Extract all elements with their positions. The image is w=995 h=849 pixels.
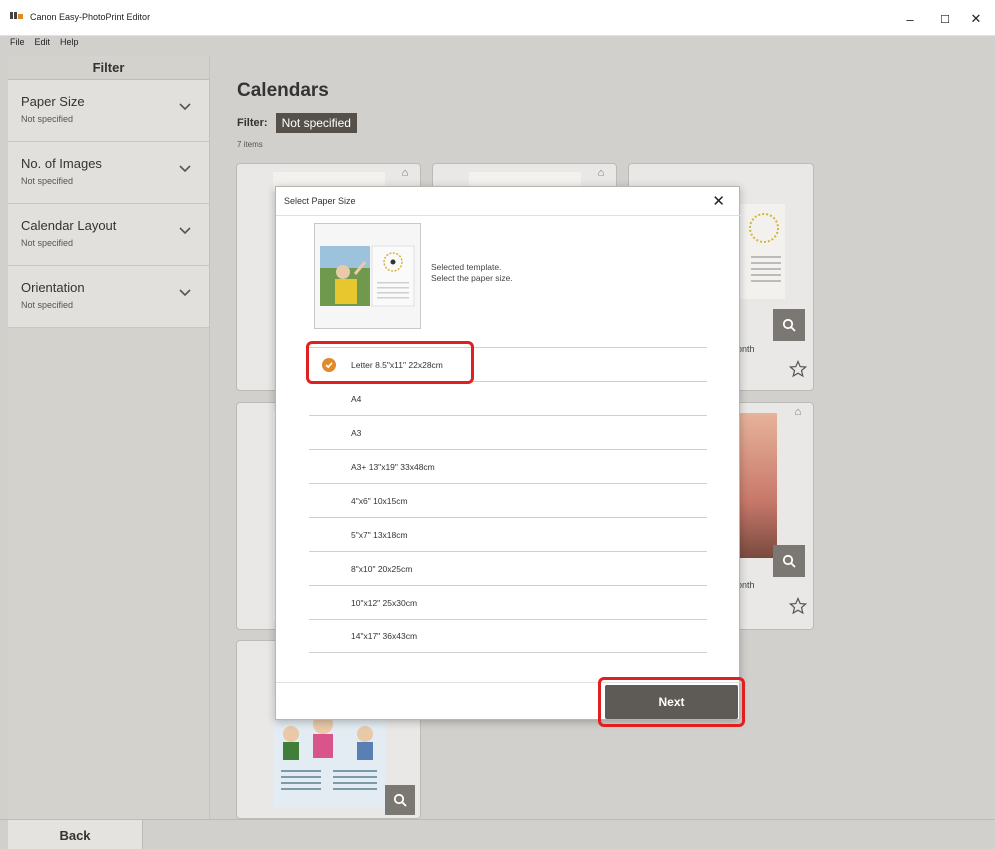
maximize-button[interactable]: ☐ — [935, 9, 955, 29]
paper-size-label: A4 — [351, 393, 362, 404]
template-preview-image — [320, 245, 415, 307]
page-title: Calendars — [237, 80, 329, 101]
filter-sidebar: Filter Paper Size Not specified No. of I… — [8, 55, 210, 819]
search-icon — [393, 793, 407, 807]
paper-size-list: Letter 8.5"x11" 22x28cm A4 A3 A3+ 13"x19… — [309, 347, 707, 653]
paper-size-option[interactable]: 8"x10" 20x25cm — [309, 551, 707, 585]
favorite-star-icon[interactable] — [789, 360, 807, 378]
template-preview — [314, 223, 421, 329]
chevron-down-icon — [179, 165, 191, 173]
filter-value: Not specified — [21, 238, 74, 248]
chevron-down-icon — [179, 227, 191, 235]
filter-chip[interactable]: Not specified — [275, 113, 357, 133]
bottom-bar: Back — [0, 819, 995, 849]
select-paper-size-dialog: Select Paper Size ✕ Selected template. S… — [275, 186, 745, 727]
dialog-title: Select Paper Size — [284, 196, 356, 206]
search-icon — [782, 318, 796, 332]
note-line-1: Selected template. — [431, 262, 502, 272]
sidebar-header: Filter — [8, 55, 209, 80]
search-icon — [782, 554, 796, 568]
window-title: Canon Easy-PhotoPrint Editor — [30, 12, 151, 22]
menu-edit[interactable]: Edit — [35, 37, 51, 51]
chevron-down-icon — [179, 103, 191, 111]
close-window-button[interactable]: ✕ — [966, 9, 986, 29]
paper-size-option[interactable]: 4"x6" 10x15cm — [309, 483, 707, 517]
menu-help[interactable]: Help — [60, 37, 79, 51]
app-logo-icon — [10, 12, 23, 19]
zoom-button[interactable] — [773, 545, 805, 577]
paper-size-label: A3 — [351, 427, 362, 438]
paper-size-option[interactable]: A4 — [309, 381, 707, 415]
paper-size-label: 5"x7" 13x18cm — [351, 529, 408, 540]
next-highlight — [598, 677, 745, 727]
divider — [276, 215, 741, 216]
cloud-download-icon[interactable]: ⌂ — [594, 167, 608, 181]
filter-paper-size[interactable]: Paper Size Not specified — [8, 80, 209, 142]
paper-size-label: 10"x12" 25x30cm — [351, 597, 418, 608]
paper-size-option[interactable]: A3 — [309, 415, 707, 449]
filter-row-label: Filter: — [237, 117, 268, 129]
active-filter-row: Filter: Not specified — [237, 113, 357, 133]
filter-calendar-layout[interactable]: Calendar Layout Not specified — [8, 204, 209, 266]
paper-size-option[interactable]: 14"x17" 36x43cm — [309, 619, 707, 653]
paper-size-label: 4"x6" 10x15cm — [351, 495, 408, 506]
zoom-button[interactable] — [773, 309, 805, 341]
item-count: 7 items — [237, 140, 263, 149]
filter-value: Not specified — [21, 300, 74, 310]
paper-size-label: 8"x10" 20x25cm — [351, 563, 413, 574]
paper-size-label: A3+ 13"x19" 33x48cm — [351, 461, 435, 472]
paper-size-option[interactable]: 10"x12" 25x30cm — [309, 585, 707, 619]
zoom-button[interactable] — [385, 785, 415, 815]
template-thumbnail — [737, 204, 785, 299]
selection-highlight — [306, 341, 474, 384]
template-thumbnail — [737, 413, 777, 558]
preview-note: Selected template. Select the paper size… — [431, 262, 513, 284]
menu-bar: File Edit Help — [10, 37, 79, 51]
calendar-thumb-icon — [749, 213, 781, 282]
filter-orientation[interactable]: Orientation Not specified — [8, 266, 209, 328]
filter-value: Not specified — [21, 114, 74, 124]
filter-value: Not specified — [21, 176, 74, 186]
cloud-download-icon[interactable]: ⌂ — [398, 167, 412, 181]
filter-no-of-images[interactable]: No. of Images Not specified — [8, 142, 209, 204]
minimize-button[interactable]: – — [900, 9, 920, 29]
menu-file[interactable]: File — [10, 37, 25, 51]
paper-size-option[interactable]: 5"x7" 13x18cm — [309, 517, 707, 551]
back-button[interactable]: Back — [8, 820, 143, 849]
note-line-2: Select the paper size. — [431, 273, 513, 283]
cloud-download-icon[interactable]: ⌂ — [791, 406, 805, 420]
dialog-close-button[interactable]: ✕ — [712, 192, 725, 210]
favorite-star-icon[interactable] — [789, 597, 807, 615]
paper-size-label: 14"x17" 36x43cm — [351, 631, 418, 641]
title-bar: Canon Easy-PhotoPrint Editor – ☐ ✕ File … — [0, 0, 995, 47]
chevron-down-icon — [179, 289, 191, 297]
paper-size-option[interactable]: A3+ 13"x19" 33x48cm — [309, 449, 707, 483]
